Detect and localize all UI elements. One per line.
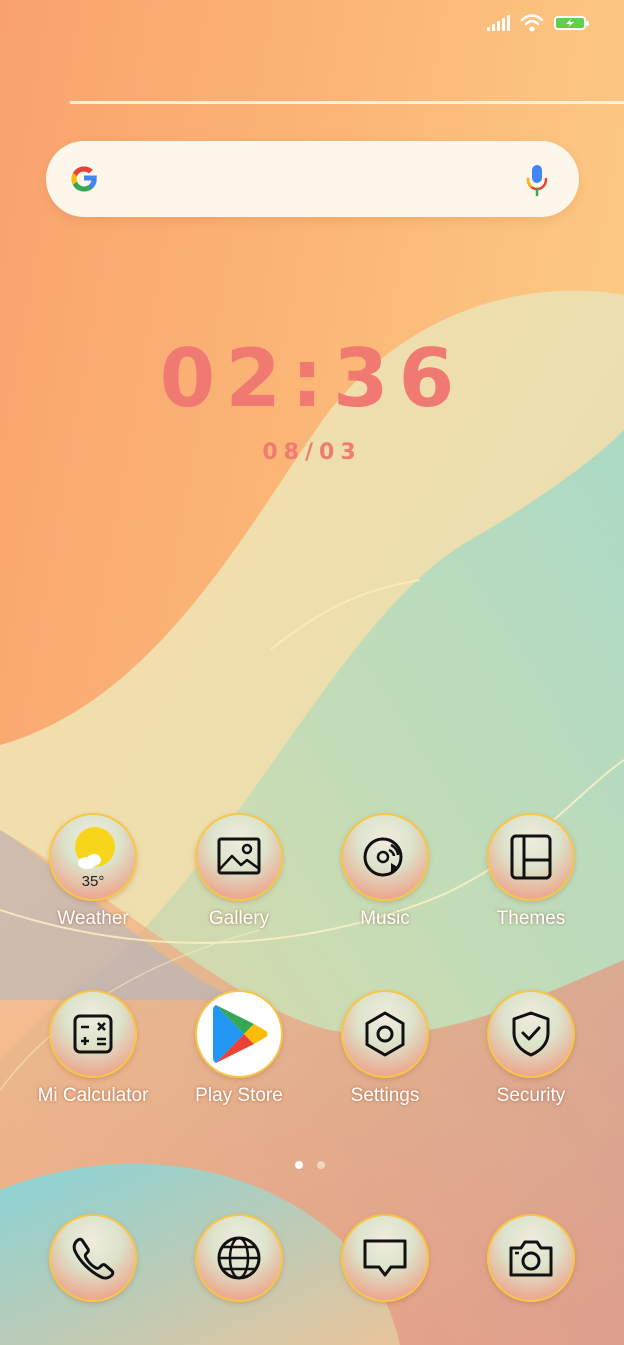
page-dot xyxy=(317,1161,325,1169)
gallery-image-icon xyxy=(195,813,283,901)
microphone-icon[interactable] xyxy=(525,163,549,197)
app-label: Music xyxy=(360,908,410,929)
app-label: Settings xyxy=(350,1085,420,1106)
app-label: Play Store xyxy=(195,1085,283,1106)
app-security[interactable]: Security xyxy=(466,990,596,1107)
wifi-icon xyxy=(520,14,544,32)
app-weather[interactable]: 35° Weather xyxy=(28,813,158,930)
app-label: Weather xyxy=(57,908,129,929)
dock-phone[interactable] xyxy=(28,1214,158,1302)
dock-camera[interactable] xyxy=(466,1214,596,1302)
app-settings[interactable]: Settings xyxy=(320,990,450,1107)
google-search-bar[interactable] xyxy=(46,141,579,217)
shield-check-icon xyxy=(487,990,575,1078)
music-disc-icon xyxy=(341,813,429,901)
app-label: Security xyxy=(496,1085,566,1106)
app-label: Themes xyxy=(496,908,566,929)
weather-sun-icon: 35° xyxy=(49,813,137,901)
settings-hexagon-icon xyxy=(341,990,429,1078)
globe-icon xyxy=(195,1214,283,1302)
dock-messages[interactable] xyxy=(320,1214,450,1302)
calculator-icon xyxy=(49,990,137,1078)
app-label: Mi Calculator xyxy=(37,1085,149,1106)
message-icon xyxy=(341,1214,429,1302)
app-themes[interactable]: Themes xyxy=(466,813,596,930)
phone-icon xyxy=(49,1214,137,1302)
page-indicator xyxy=(295,1161,325,1169)
google-logo-icon xyxy=(71,166,97,192)
weather-temperature: 35° xyxy=(81,873,105,890)
status-bar xyxy=(487,14,589,32)
camera-icon xyxy=(487,1214,575,1302)
app-mi-calculator[interactable]: Mi Calculator xyxy=(28,990,158,1107)
battery-charging-icon xyxy=(554,16,589,30)
themes-icon xyxy=(487,813,575,901)
app-gallery[interactable]: Gallery xyxy=(174,813,304,930)
clock-date[interactable]: 08/03 xyxy=(0,440,624,465)
divider-line xyxy=(70,101,624,104)
clock-time[interactable]: 02:36 xyxy=(0,332,624,425)
page-dot-active xyxy=(295,1161,303,1169)
app-music[interactable]: Music xyxy=(320,813,450,930)
cellular-signal-icon xyxy=(487,15,510,31)
app-label: Gallery xyxy=(208,908,270,929)
app-play-store[interactable]: Play Store xyxy=(174,990,304,1107)
dock-browser[interactable] xyxy=(174,1214,304,1302)
play-store-icon xyxy=(195,990,283,1078)
